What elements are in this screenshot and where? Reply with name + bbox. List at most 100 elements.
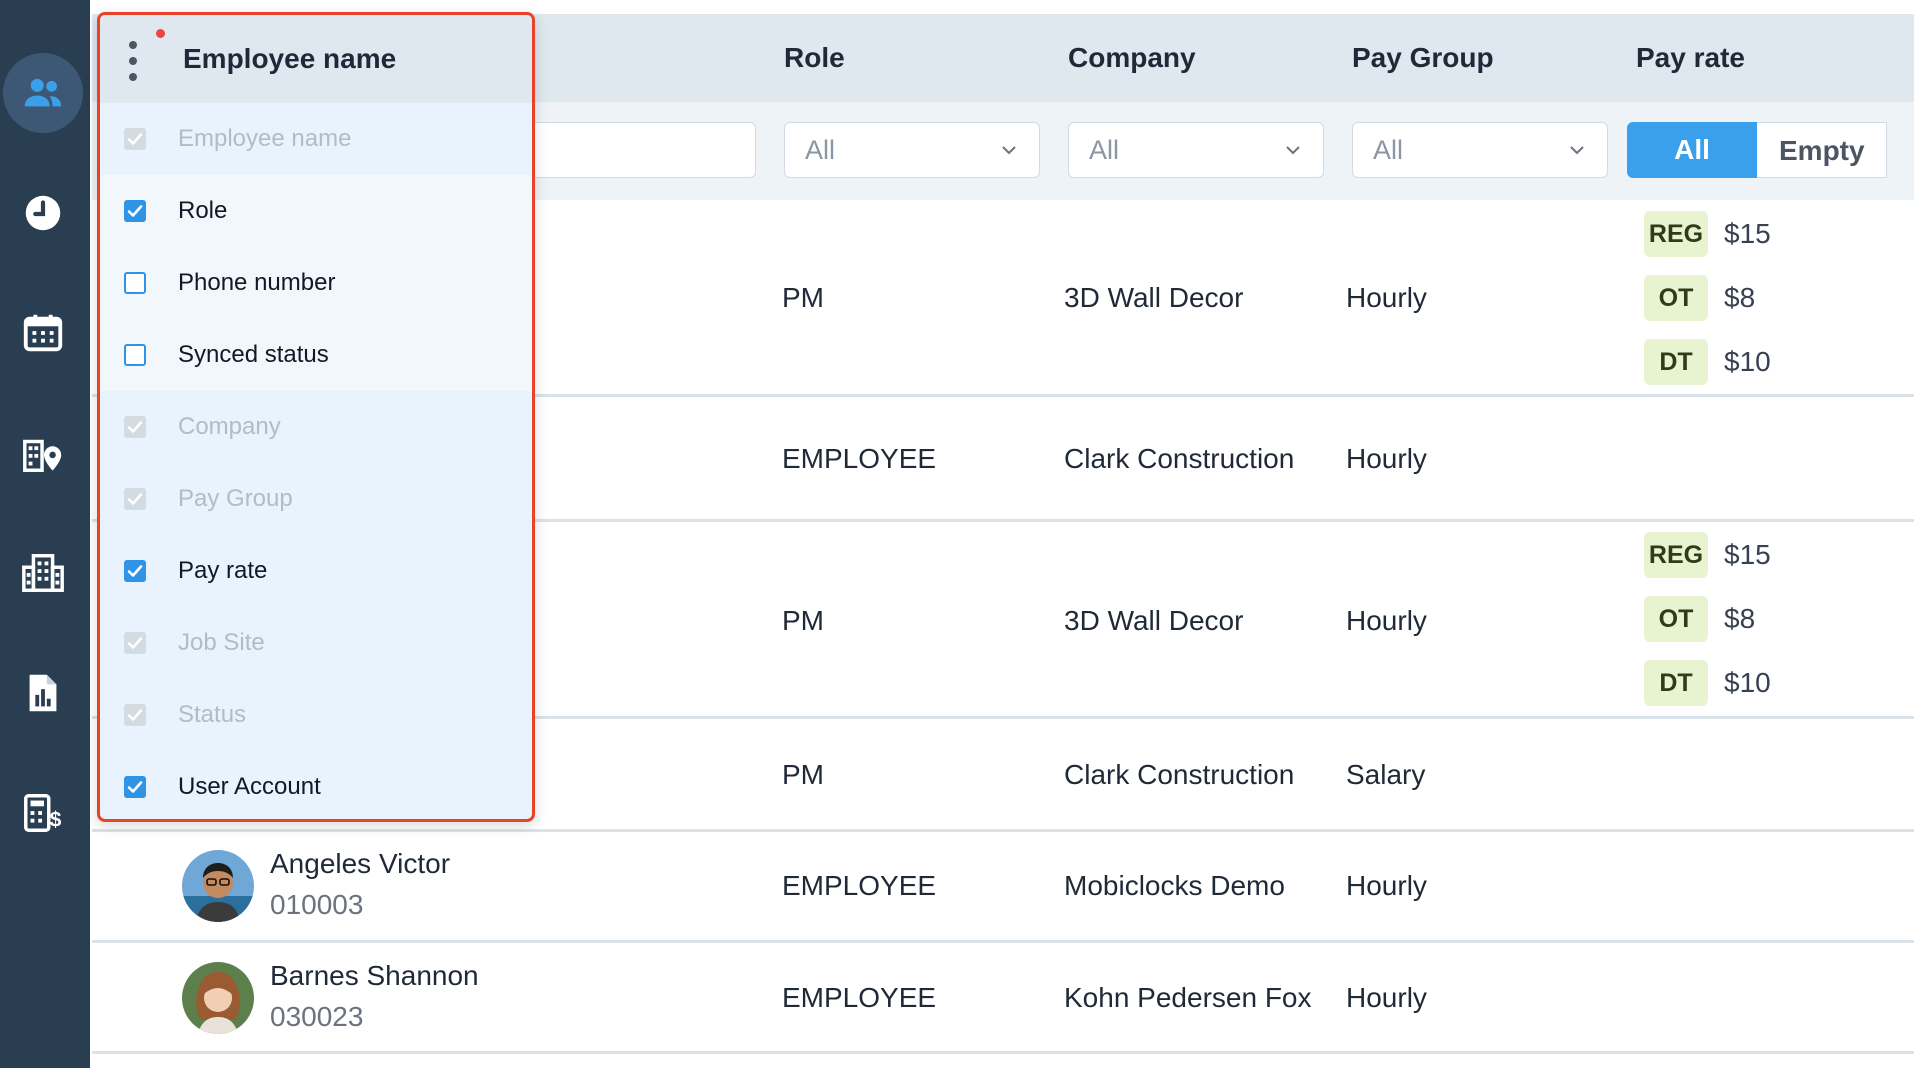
column-option-checkbox [124, 632, 146, 654]
rate-amount: $15 [1724, 218, 1771, 249]
sidebar-item-payroll[interactable]: $ [3, 773, 83, 853]
pay-group-filter-select[interactable]: All [1352, 122, 1608, 178]
employee-search-input[interactable] [522, 122, 756, 178]
column-option-label: Pay rate [178, 557, 268, 584]
rate-type-badge: REG [1644, 532, 1708, 578]
role-cell: PM [782, 759, 824, 790]
role-cell: EMPLOYEE [782, 870, 937, 901]
pay-group-cell: Hourly [1346, 605, 1427, 636]
pay-rate-line: DT $10 [1644, 660, 1771, 706]
pay-group-cell: Hourly [1346, 282, 1427, 313]
company-cell: Kohn Pedersen Fox [1064, 982, 1312, 1013]
role-filter-value: All [805, 135, 836, 165]
pay-rate-line: OT $8 [1644, 275, 1755, 321]
checkmark-icon [127, 709, 143, 721]
column-option-label: Job Site [178, 629, 265, 656]
column-option-checkbox[interactable] [124, 200, 146, 222]
avatar[interactable] [182, 962, 254, 1034]
column-visibility-popover: Employee name Employee name Role Phone num… [97, 12, 535, 822]
column-option-label: Employee name [178, 125, 352, 152]
rate-amount: $8 [1724, 282, 1756, 313]
employee-id: 010003 [270, 889, 364, 920]
popover-header: Employee name [100, 15, 532, 103]
column-header-company[interactable]: Company [1068, 14, 1196, 102]
chevron-down-icon [1002, 146, 1016, 155]
checkmark-icon [127, 565, 143, 577]
column-option-job-site: Job Site [100, 607, 532, 679]
rate-amount: $10 [1724, 667, 1771, 698]
company-cell: 3D Wall Decor [1064, 605, 1244, 636]
role-filter-select[interactable]: All [784, 122, 1040, 178]
avatar[interactable] [182, 850, 254, 922]
checkmark-icon [127, 421, 143, 433]
column-option-pay-group: Pay Group [100, 463, 532, 535]
column-option-checkbox [124, 488, 146, 510]
sidebar-item-reports[interactable] [3, 653, 83, 733]
table-row[interactable]: Barnes Shannon 030023 EMPLOYEE Kohn Pede… [92, 943, 1914, 1054]
chevron-down-icon [1286, 146, 1300, 155]
column-option-checkbox[interactable] [124, 344, 146, 366]
avatar-photo [182, 850, 254, 922]
rate-amount: $8 [1724, 603, 1756, 634]
column-option-checkbox[interactable] [124, 776, 146, 798]
company-cell: Clark Construction [1064, 443, 1295, 474]
chevron-down-icon [1570, 146, 1584, 155]
sidebar-item-job-sites[interactable] [3, 413, 83, 493]
column-option-checkbox[interactable] [124, 560, 146, 582]
column-option-synced-status[interactable]: Synced status [100, 319, 532, 391]
job-site-location-icon [23, 439, 62, 472]
pay-rate-filter-all[interactable]: All [1627, 122, 1757, 178]
column-option-label: Role [178, 197, 228, 224]
column-option-phone-number[interactable]: Phone number [100, 247, 532, 319]
company-filter-select[interactable]: All [1068, 122, 1324, 178]
sidebar-item-schedule[interactable] [3, 293, 83, 373]
pay-rate-line: DT $10 [1644, 339, 1771, 385]
report-chart-icon [29, 674, 57, 712]
sidebar-item-companies[interactable] [3, 533, 83, 613]
column-option-label: Status [178, 701, 247, 728]
column-header-pay-group[interactable]: Pay Group [1352, 14, 1494, 102]
employee-id: 030023 [270, 1001, 364, 1032]
building-icon [22, 554, 64, 592]
calendar-icon [23, 314, 63, 352]
company-filter-value: All [1089, 135, 1120, 165]
column-option-checkbox[interactable] [124, 272, 146, 294]
notification-dot [156, 29, 165, 38]
column-option-checkbox [124, 416, 146, 438]
sidebar-item-employees[interactable] [3, 53, 83, 133]
column-option-checkbox [124, 704, 146, 726]
payroll-calculator-icon: $ [24, 794, 62, 832]
pay-rate-filter-empty[interactable]: Empty [1757, 122, 1887, 178]
pay-rate-line: REG $15 [1644, 211, 1771, 257]
column-option-label: Company [178, 413, 281, 440]
popover-title: Employee name [183, 43, 397, 74]
column-option-user-account[interactable]: User Account [100, 751, 532, 819]
employee-name[interactable]: Barnes Shannon [270, 960, 479, 992]
pay-rate-line: REG $15 [1644, 532, 1771, 578]
checkmark-icon [127, 205, 143, 217]
sidebar-item-time[interactable] [3, 173, 83, 253]
column-option-pay-rate[interactable]: Pay rate [100, 535, 532, 607]
table-row[interactable]: Angeles Victor 010003 EMPLOYEE Mobiclock… [92, 832, 1914, 943]
rate-type-badge: OT [1644, 275, 1708, 321]
role-cell: EMPLOYEE [782, 443, 937, 474]
rate-amount: $15 [1724, 539, 1771, 570]
column-option-checkbox [124, 128, 146, 150]
checkmark-icon [127, 637, 143, 649]
pay-group-cell: Hourly [1346, 870, 1427, 901]
checkmark-icon [127, 493, 143, 505]
column-header-pay-rate[interactable]: Pay rate [1636, 14, 1745, 102]
column-option-label: Pay Group [178, 485, 293, 512]
sidebar: $ [0, 0, 90, 1068]
company-cell: Clark Construction [1064, 759, 1295, 790]
role-cell: PM [782, 605, 824, 636]
role-cell: PM [782, 282, 824, 313]
column-option-status: Status [100, 679, 532, 751]
employee-name[interactable]: Angeles Victor [270, 848, 450, 880]
role-cell: EMPLOYEE [782, 982, 937, 1013]
column-option-label: Phone number [178, 269, 336, 296]
column-option-role[interactable]: Role [100, 175, 532, 247]
column-header-role[interactable]: Role [784, 14, 845, 102]
rate-type-badge: REG [1644, 211, 1708, 257]
kebab-menu-icon[interactable] [122, 39, 144, 83]
